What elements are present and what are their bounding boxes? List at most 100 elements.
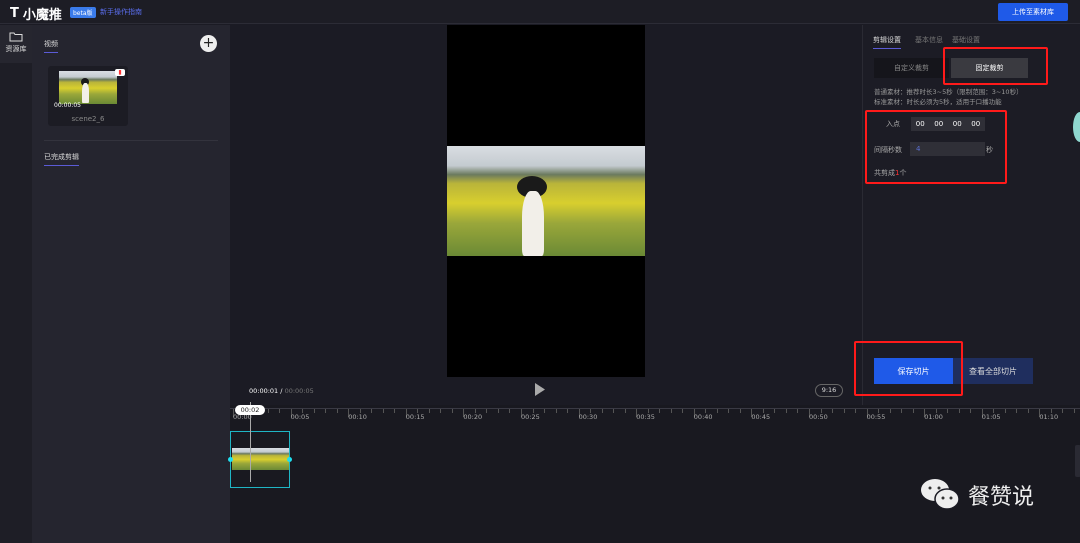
- ruler-tick: [1016, 409, 1018, 413]
- video-preview[interactable]: [447, 25, 645, 377]
- top-bar: [0, 0, 1080, 24]
- ruler-tick: [832, 409, 833, 413]
- mode-custom[interactable]: 自定义裁剪: [874, 58, 949, 78]
- ruler-tick: [497, 409, 499, 413]
- ruler-tick: [382, 409, 384, 413]
- ruler-tick: [567, 409, 568, 413]
- tab-video[interactable]: 视频: [44, 39, 58, 53]
- ruler-tick: [970, 409, 972, 413]
- ruler-tick: [313, 409, 315, 413]
- wechat-icon: [921, 479, 960, 510]
- timeline[interactable]: 00:00 00:05 00:10 00:15 00:20 00:25 00:30 00:35…: [228, 402, 1080, 543]
- tab-basic-info[interactable]: 基本信息: [915, 35, 943, 45]
- aspect-ratio-button[interactable]: 9:16: [815, 384, 843, 397]
- ruler-tick: [728, 409, 730, 413]
- ruler-tick: [267, 409, 269, 413]
- section-finished[interactable]: 已完成剪辑: [44, 152, 79, 166]
- clip-thumbnail: [232, 448, 289, 470]
- tab-base-settings[interactable]: 基础设置: [952, 35, 980, 45]
- divider: [44, 140, 218, 141]
- upload-button[interactable]: 上传至素材库: [998, 3, 1068, 21]
- ruler-tick: [613, 409, 615, 413]
- ruler-tick: [947, 409, 949, 413]
- volume-meter: [1075, 445, 1080, 477]
- video-frame: [447, 146, 645, 256]
- clip-trim-right-handle[interactable]: [287, 457, 292, 462]
- ruler-label: 00:40: [693, 413, 713, 421]
- ruler-tick: [774, 409, 776, 413]
- ruler-tick: [428, 409, 430, 413]
- ruler-label: 00:20: [463, 413, 483, 421]
- logo: T 小魔推: [10, 6, 62, 23]
- rail-item-library[interactable]: 资源库: [0, 25, 32, 63]
- ruler-tick: [797, 409, 799, 413]
- ruler-tick: [1004, 409, 1006, 413]
- asset-duration: 00:00:05: [54, 102, 81, 109]
- annotation-box: [865, 110, 1007, 184]
- ruler-tick: [509, 409, 511, 413]
- ruler-tick: [958, 409, 960, 413]
- ruler-label: 00:50: [809, 413, 828, 421]
- beta-badge: beta版: [70, 7, 96, 18]
- annotation-box: [854, 341, 963, 396]
- ruler-tick: [1073, 409, 1075, 413]
- ruler-tick: [451, 409, 453, 413]
- ruler-tick: [601, 409, 603, 413]
- plus-icon[interactable]: +: [200, 35, 217, 52]
- view-all-slices-button[interactable]: 查看全部切片: [953, 358, 1033, 384]
- side-float-button[interactable]: [1073, 112, 1080, 142]
- guide-link[interactable]: 新手操作指南: [100, 7, 142, 17]
- ruler-label: 01:05: [981, 413, 1001, 421]
- ruler-tick: [889, 409, 891, 413]
- ruler-label: 00:05: [290, 413, 310, 421]
- ruler-tick: [716, 409, 718, 413]
- icon-rail: [0, 25, 32, 543]
- watermark: 餐赞说: [920, 477, 1034, 513]
- ruler-tick: [279, 409, 280, 413]
- ruler-tick: [739, 409, 741, 413]
- ruler-label: 00:30: [578, 413, 598, 421]
- hint-standard: 标准素材：时长必须为5秒，适用于口播功能: [874, 98, 1002, 106]
- ruler-tick: [843, 409, 845, 413]
- ruler-label: 00:10: [348, 413, 367, 421]
- ruler-tick: [1027, 409, 1029, 413]
- ruler-tick: [855, 409, 856, 413]
- ruler-tick: [336, 409, 338, 413]
- play-icon[interactable]: [534, 383, 545, 396]
- ruler-tick: [1062, 409, 1064, 413]
- annotation-box: [943, 47, 1048, 85]
- ruler-label: 00:25: [521, 413, 540, 421]
- trash-icon[interactable]: ▮: [115, 69, 125, 76]
- ruler-label: 00:35: [636, 413, 655, 421]
- ruler-label: 00:55: [866, 413, 886, 421]
- ruler-tick: [901, 409, 903, 413]
- ruler-tick: [659, 409, 661, 413]
- ruler-tick: [371, 409, 373, 413]
- ruler-tick: [785, 409, 787, 413]
- ruler-tick: [912, 409, 914, 413]
- ruler-label: 01:00: [924, 413, 943, 421]
- timeline-clip[interactable]: [228, 431, 292, 488]
- clip-trim-left-handle[interactable]: [228, 457, 233, 462]
- ruler-tick: [544, 409, 545, 413]
- asset-thumbnail: [59, 71, 117, 104]
- playhead-time: 00:02: [235, 405, 265, 415]
- logo-icon: T: [10, 6, 19, 21]
- ruler-tick: [486, 409, 488, 413]
- tab-edit-settings[interactable]: 剪辑设置: [873, 35, 901, 49]
- hint-normal: 普通素材：推荐时长3~5秒（限制范围：3~10秒）: [874, 88, 1023, 96]
- ruler-label: 01:10: [1039, 413, 1059, 421]
- asset-card[interactable]: ▮ 00:00:05 scene2_6: [48, 66, 128, 126]
- asset-name: scene2_6: [71, 115, 105, 123]
- time-display: 00:00:01 / 00:00:05: [249, 387, 314, 395]
- ruler-label: 00:45: [751, 413, 771, 421]
- ruler-tick: [670, 409, 672, 413]
- ruler-tick: [325, 409, 327, 413]
- ruler-tick: [440, 409, 442, 413]
- folder-icon: [9, 32, 23, 42]
- ruler-tick: [394, 409, 396, 413]
- ruler-tick: [682, 409, 684, 413]
- ruler-tick: [555, 409, 557, 413]
- ruler-label: 00:15: [405, 413, 425, 421]
- ruler-tick: [624, 409, 626, 413]
